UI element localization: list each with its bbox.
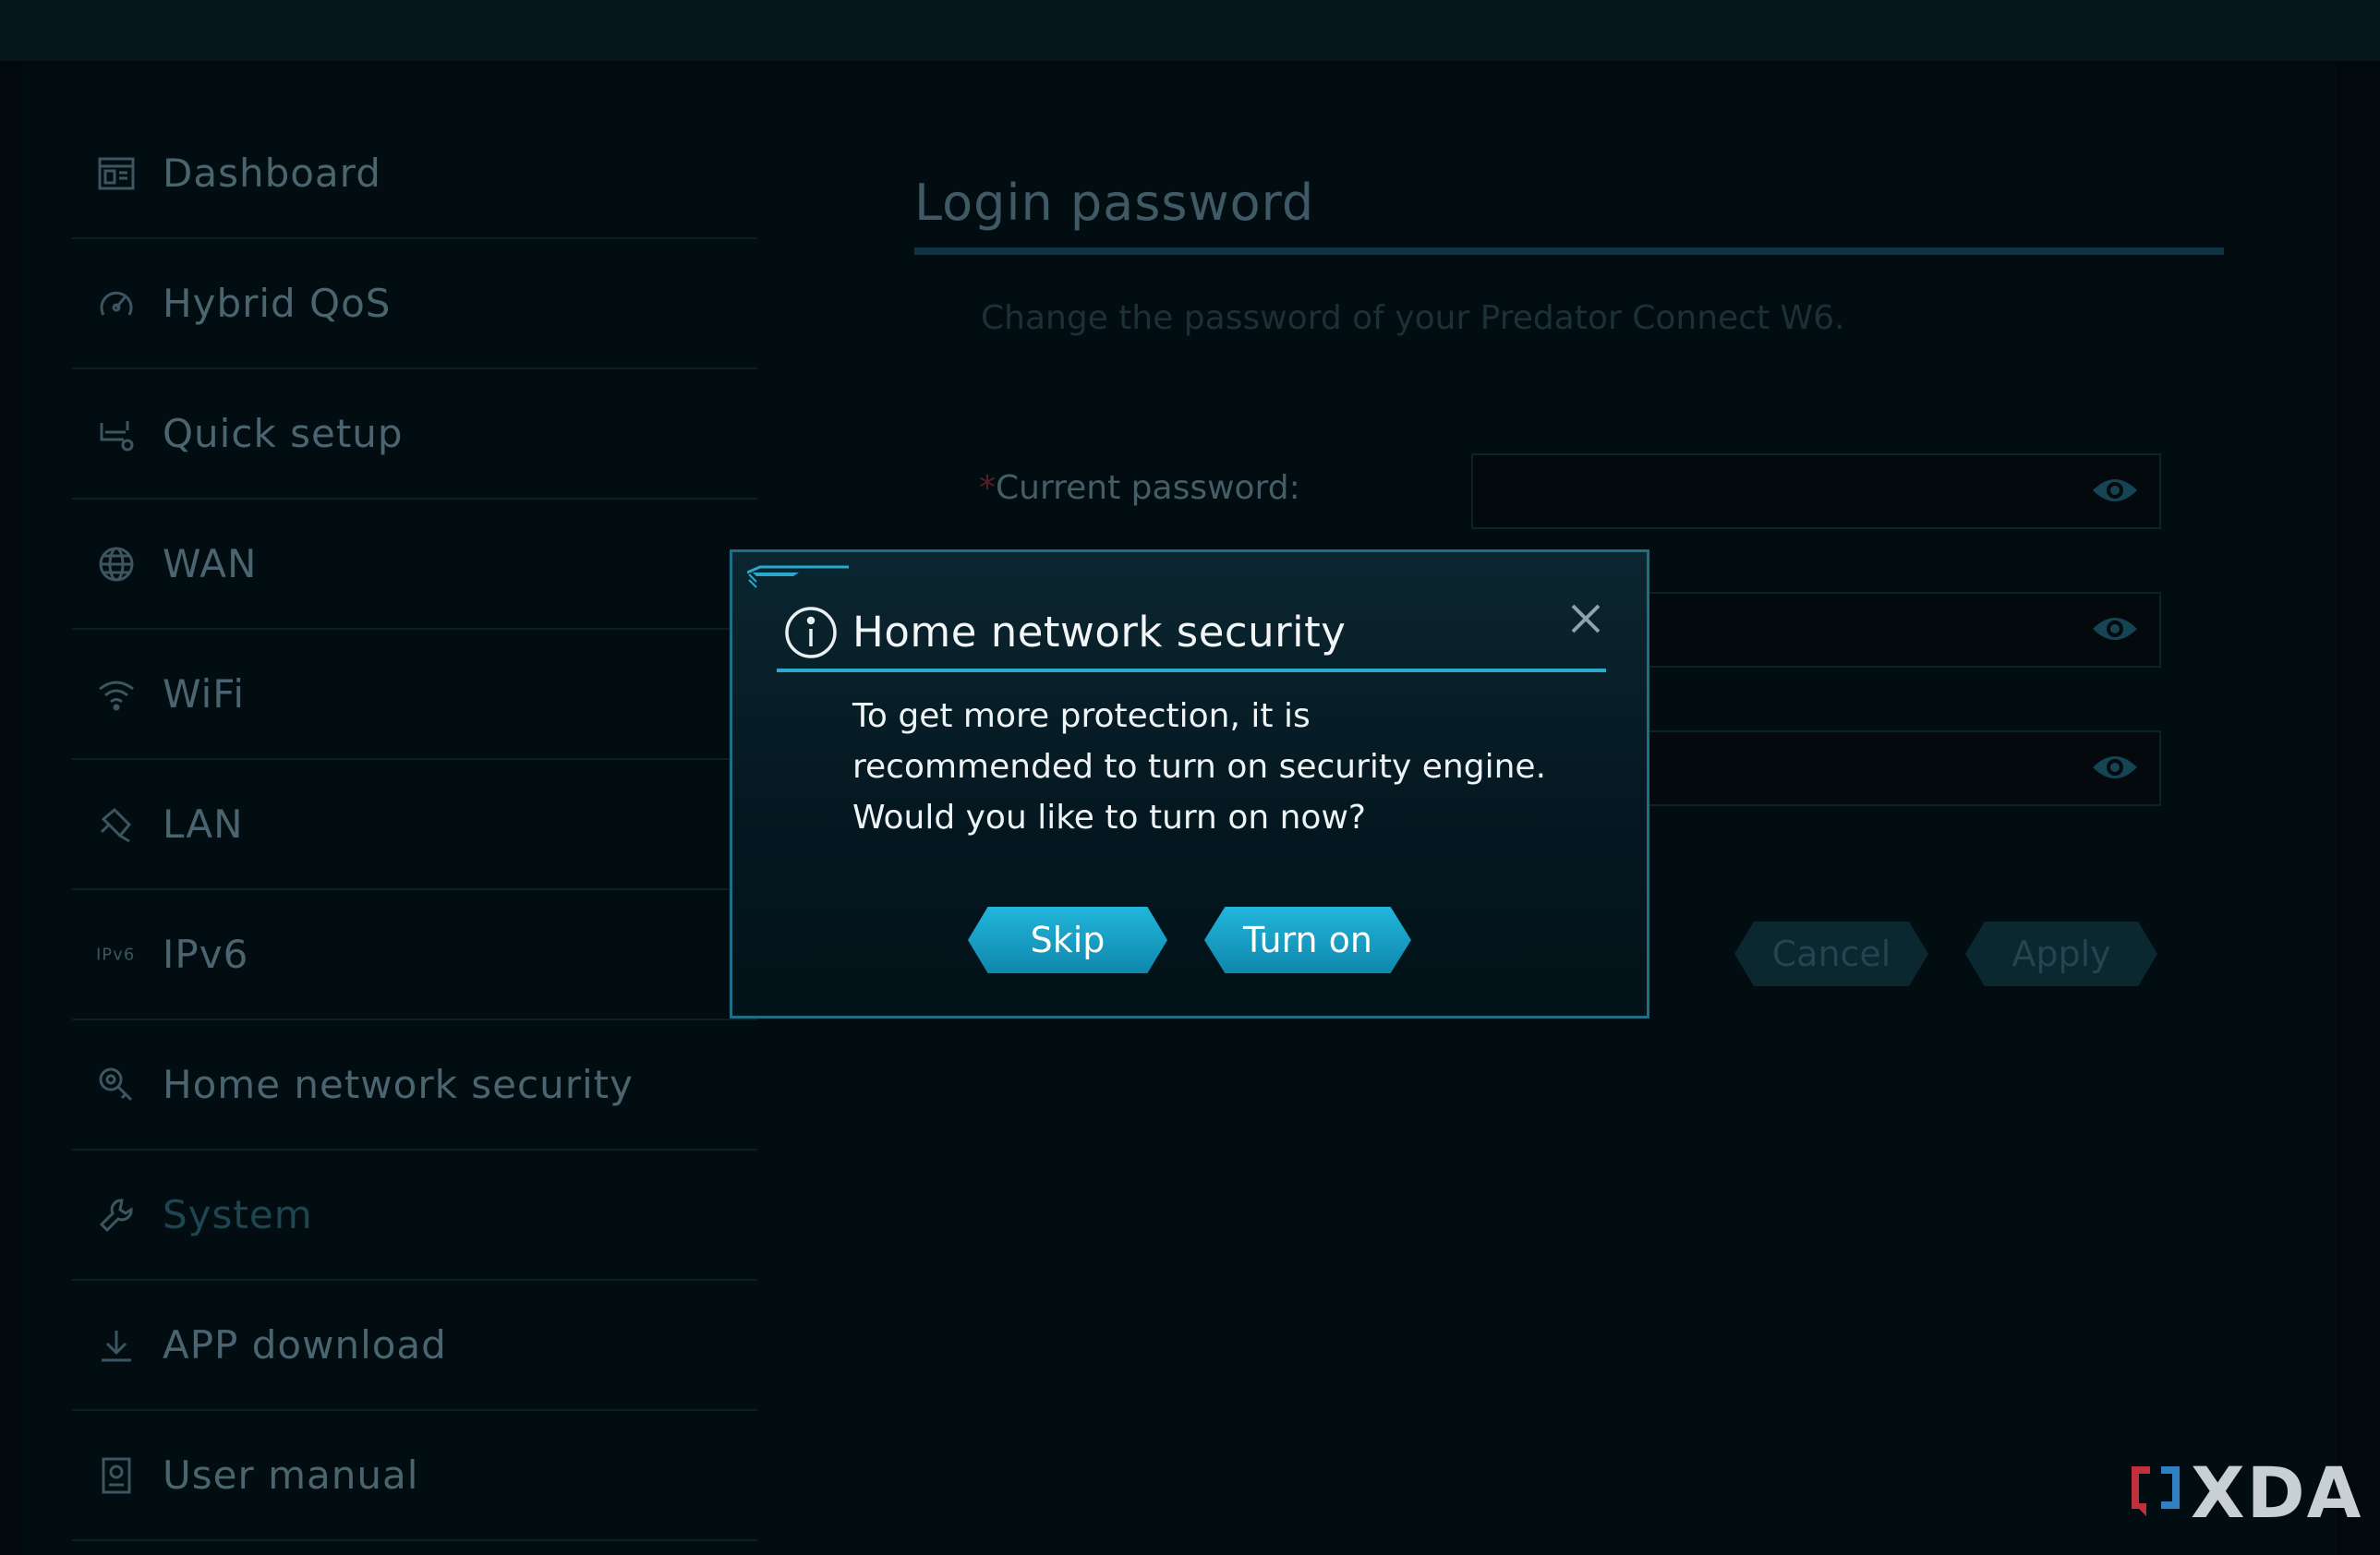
watermark-text: XDA (2191, 1452, 2363, 1534)
turn-on-button[interactable]: Turn on (1204, 907, 1411, 973)
dialog-title: Home network security (852, 608, 1347, 657)
dialog-title-divider (777, 669, 1606, 672)
xda-watermark: XDA (2126, 1452, 2363, 1534)
dialog-corner-decoration (747, 565, 849, 588)
info-icon (784, 606, 838, 659)
dialog-message-line: To get more protection, it is (852, 697, 1311, 735)
dialog-message: To get more protection, it is recommende… (852, 691, 1573, 843)
close-icon[interactable] (1564, 597, 1608, 641)
dialog-message-line: recommended to turn on security engine. (852, 748, 1547, 786)
skip-button[interactable]: Skip (968, 907, 1167, 973)
dialog-message-line: Would you like to turn on now? (852, 799, 1366, 837)
security-dialog: Home network security To get more protec… (730, 549, 1649, 1019)
xda-logo-icon (2132, 1465, 2180, 1516)
